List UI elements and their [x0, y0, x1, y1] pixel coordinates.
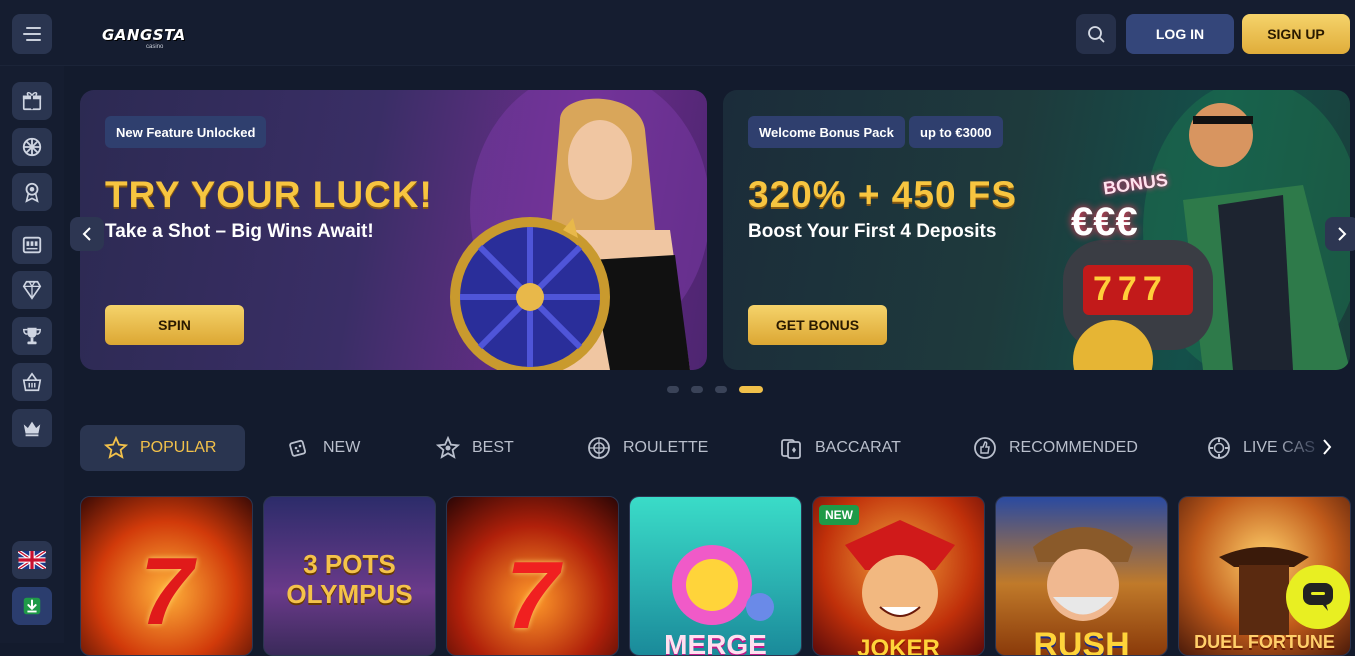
tab-label: LIVE CAS — [1243, 439, 1316, 456]
reels-text: 777 — [1093, 270, 1168, 308]
get-bonus-button[interactable]: GET BONUS — [748, 305, 887, 345]
game-tile[interactable]: 3 POTS OLYMPUS — [263, 496, 436, 656]
chevron-right-icon — [1338, 227, 1347, 241]
tab-label: NEW — [323, 439, 361, 456]
banner-headline: 320% + 450 FS — [748, 174, 1018, 215]
banner-tag: New Feature Unlocked — [105, 116, 267, 148]
spin-button[interactable]: SPIN — [105, 305, 244, 345]
sidebar-item-shop[interactable] — [12, 363, 52, 401]
logo-text: GANGSTA — [102, 26, 186, 44]
sidebar-item-rewards[interactable] — [12, 173, 52, 211]
game-tile[interactable]: 7 — [80, 496, 253, 656]
thumbs-up-icon — [974, 437, 996, 459]
game-title: RUSH — [1033, 626, 1130, 656]
tab-live-casino[interactable]: LIVE CAS — [1207, 425, 1315, 471]
carousel-pagination — [667, 386, 763, 393]
sidebar-item-vip-club[interactable] — [12, 409, 52, 447]
sidebar — [0, 66, 64, 643]
chevron-right-icon — [1323, 439, 1332, 455]
game-tile[interactable]: RUSH — [995, 496, 1168, 656]
promo-banner-luck[interactable]: New Feature Unlocked TRY YOUR LUCK! Take… — [80, 90, 707, 370]
tabs-scroll-next-button[interactable] — [1322, 438, 1332, 461]
miner-illustration — [1033, 527, 1133, 621]
star-badge-icon — [436, 436, 460, 459]
tab-label: RECOMMENDED — [1009, 439, 1138, 456]
game-tile[interactable]: NEW JOKER — [812, 496, 985, 656]
hamburger-icon — [23, 27, 41, 41]
download-app-button[interactable] — [12, 587, 52, 625]
shop-basket-icon — [22, 372, 42, 392]
menu-toggle-button[interactable] — [12, 14, 52, 54]
carousel-dot-active[interactable] — [739, 386, 763, 393]
tab-recommended[interactable]: RECOMMENDED — [973, 425, 1138, 471]
euro-neon-text: €€€ — [1071, 200, 1138, 244]
game-title: 7 — [139, 538, 194, 645]
live-chat-button[interactable] — [1286, 565, 1350, 629]
chevron-left-icon — [82, 227, 91, 241]
award-icon — [25, 182, 39, 203]
roulette-icon — [588, 437, 610, 459]
crown-icon — [23, 421, 41, 437]
category-tabs: POPULAR NEW BEST ROULETTE BACCARAT RECOM… — [80, 425, 1350, 471]
promo-banner-welcome-bonus[interactable]: BONUS €€€ 777 Welcome Bonus Pack up to €… — [723, 90, 1350, 370]
gift-icon — [22, 92, 42, 111]
banner-subline: Boost Your First 4 Deposits — [748, 221, 997, 242]
fortune-wheel-illustration — [450, 90, 707, 370]
slot-machine-icon — [22, 236, 42, 254]
top-bar: GANGSTA casino LOG IN SIGN UP — [0, 0, 1355, 66]
sidebar-item-tournaments[interactable] — [12, 317, 52, 355]
download-icon — [23, 597, 41, 615]
banner-headline: TRY YOUR LUCK! — [105, 174, 433, 215]
game-tile[interactable]: 7 — [446, 496, 619, 656]
tab-baccarat[interactable]: BACCARAT — [779, 425, 901, 471]
tab-label: BACCARAT — [815, 439, 901, 456]
jester-illustration — [845, 520, 955, 631]
banner-tag: Welcome Bonus Pack — [748, 116, 905, 148]
signup-button[interactable]: SIGN UP — [1242, 14, 1350, 54]
logo-subtext: casino — [146, 44, 164, 50]
language-selector[interactable] — [12, 541, 52, 579]
banner-tag-amount: up to €3000 — [909, 116, 1003, 148]
sidebar-item-vip[interactable] — [12, 271, 52, 309]
sidebar-item-slots[interactable] — [12, 226, 52, 264]
search-icon — [1088, 26, 1105, 43]
new-badge: NEW — [819, 505, 859, 525]
star-icon — [104, 436, 128, 459]
diamond-ring-icon — [22, 280, 42, 300]
game-title: 3 POTS OLYMPUS — [286, 549, 413, 609]
game-title: 7 — [505, 542, 560, 649]
carousel-prev-button[interactable] — [70, 217, 104, 251]
tab-label: BEST — [472, 439, 514, 456]
tab-best[interactable]: BEST — [436, 425, 514, 471]
sidebar-item-wheel[interactable] — [12, 128, 52, 166]
tab-popular[interactable]: POPULAR — [80, 425, 245, 471]
carousel-dot[interactable] — [667, 386, 679, 393]
sidebar-item-promotions[interactable] — [12, 82, 52, 120]
carousel-next-button[interactable] — [1325, 217, 1355, 251]
search-button[interactable] — [1076, 14, 1116, 54]
tab-label: POPULAR — [140, 439, 217, 456]
candy-illustration — [672, 545, 774, 625]
login-button[interactable]: LOG IN — [1126, 14, 1234, 54]
dice-icon — [289, 439, 307, 457]
chat-icon — [1303, 583, 1333, 611]
uk-flag-icon — [18, 551, 46, 569]
game-title: JOKER — [857, 635, 940, 656]
banner-subline: Take a Shot – Big Wins Await! — [105, 221, 374, 242]
tab-label: ROULETTE — [623, 439, 709, 456]
game-tile[interactable]: MERGE — [629, 496, 802, 656]
tab-new[interactable]: NEW — [287, 425, 360, 471]
trophy-icon — [23, 327, 41, 345]
tab-roulette[interactable]: ROULETTE — [587, 425, 708, 471]
casino-logo[interactable]: GANGSTA casino — [100, 18, 185, 52]
cards-icon — [781, 439, 801, 459]
chip-icon — [1208, 437, 1230, 459]
carousel-dot[interactable] — [691, 386, 703, 393]
carousel-dot[interactable] — [715, 386, 727, 393]
wheel-icon — [22, 137, 42, 157]
